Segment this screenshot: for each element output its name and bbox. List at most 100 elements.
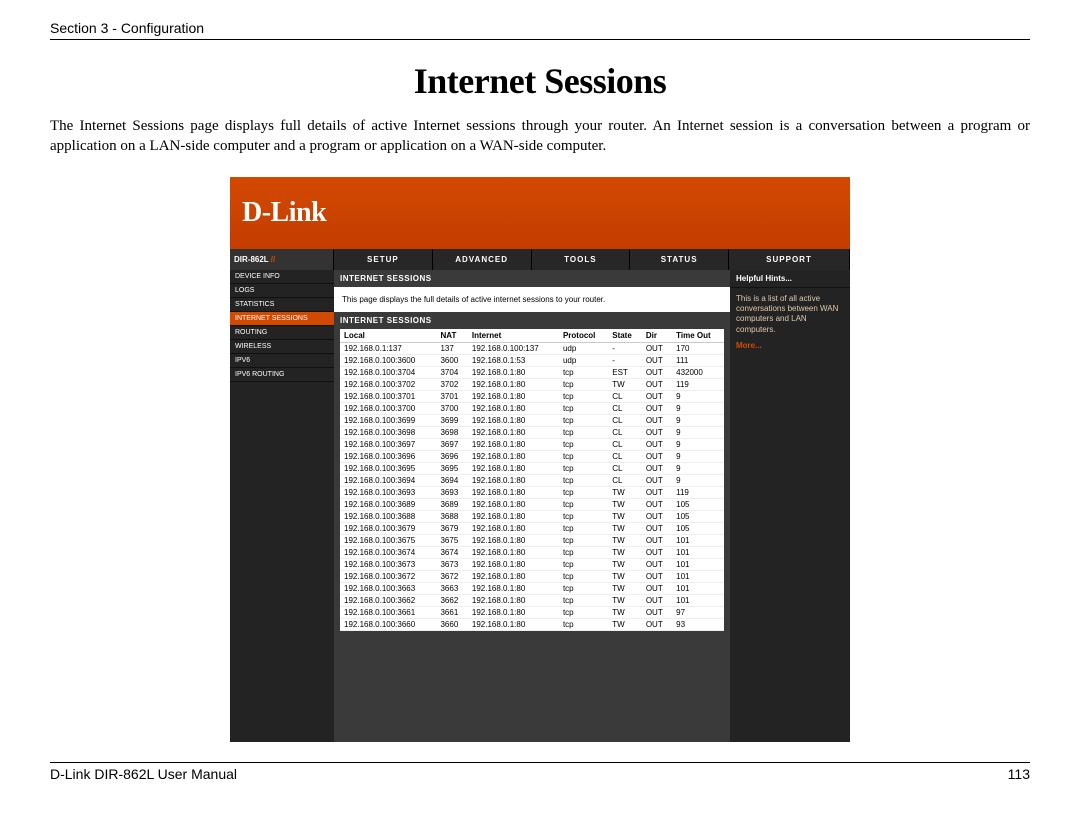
column-header: Dir (642, 329, 672, 343)
table-cell: 192.168.0.1:80 (468, 582, 559, 594)
table-cell: 192.168.0.1:80 (468, 510, 559, 522)
table-cell: tcp (559, 426, 608, 438)
table-cell: OUT (642, 570, 672, 582)
table-cell: 192.168.0.1:80 (468, 498, 559, 510)
table-cell: TW (608, 510, 642, 522)
table-cell: 192.168.0.100:3699 (340, 414, 436, 426)
table-cell: 192.168.0.100:3695 (340, 462, 436, 474)
model-label: DIR-862L // (230, 249, 334, 270)
table-cell: 192.168.0.100:3696 (340, 450, 436, 462)
table-row: 192.168.0.100:36993699192.168.0.1:80tcpC… (340, 414, 724, 426)
sidebar-item-internet-sessions[interactable]: INTERNET SESSIONS (230, 312, 334, 326)
table-cell: 3662 (436, 594, 467, 606)
table-cell: OUT (642, 462, 672, 474)
table-cell: 192.168.0.100:3675 (340, 534, 436, 546)
sidebar-item-logs[interactable]: LOGS (230, 284, 334, 298)
table-cell: 192.168.0.1:80 (468, 462, 559, 474)
table-cell: tcp (559, 582, 608, 594)
table-row: 192.168.0.100:36603660192.168.0.1:80tcpT… (340, 618, 724, 630)
column-header: Local (340, 329, 436, 343)
table-cell: CL (608, 450, 642, 462)
table-row: 192.168.0.100:36613661192.168.0.1:80tcpT… (340, 606, 724, 618)
table-cell: 192.168.0.100:3701 (340, 390, 436, 402)
table-cell: 3688 (436, 510, 467, 522)
table-cell: 192.168.0.1:80 (468, 618, 559, 630)
table-cell: 3698 (436, 426, 467, 438)
table-cell: OUT (642, 342, 672, 354)
table-cell: tcp (559, 450, 608, 462)
table-cell: OUT (642, 366, 672, 378)
table-cell: 192.168.0.1:80 (468, 390, 559, 402)
sidebar-item-device-info[interactable]: DEVICE INFO (230, 270, 334, 284)
table-cell: 93 (672, 618, 724, 630)
table-row: 192.168.0.100:36753675192.168.0.1:80tcpT… (340, 534, 724, 546)
table-cell: 105 (672, 510, 724, 522)
table-cell: 192.168.0.1:80 (468, 546, 559, 558)
table-cell: 3663 (436, 582, 467, 594)
table-cell: OUT (642, 426, 672, 438)
table-cell: 192.168.0.100:3673 (340, 558, 436, 570)
sidebar-item-ipv6[interactable]: IPV6 (230, 354, 334, 368)
content-panel: INTERNET SESSIONS This page displays the… (334, 270, 730, 742)
sidebar-item-statistics[interactable]: STATISTICS (230, 298, 334, 312)
table-cell: 9 (672, 438, 724, 450)
table-cell: tcp (559, 606, 608, 618)
panel-heading-1: INTERNET SESSIONS (334, 270, 730, 287)
table-cell: 192.168.0.100:3700 (340, 402, 436, 414)
table-cell: tcp (559, 618, 608, 630)
table-cell: 192.168.0.100:3704 (340, 366, 436, 378)
table-cell: 101 (672, 570, 724, 582)
table-cell: OUT (642, 558, 672, 570)
slash-icon: // (271, 255, 275, 264)
panel-desc: This page displays the full details of a… (334, 287, 730, 312)
column-header: NAT (436, 329, 467, 343)
table-row: 192.168.0.100:36743674192.168.0.1:80tcpT… (340, 546, 724, 558)
tab-tools[interactable]: TOOLS (532, 249, 631, 270)
table-cell: 9 (672, 450, 724, 462)
table-cell: 105 (672, 522, 724, 534)
hints-body: This is a list of all active conversatio… (730, 288, 850, 342)
table-cell: tcp (559, 522, 608, 534)
table-cell: 192.168.0.100:3600 (340, 354, 436, 366)
table-cell: tcp (559, 390, 608, 402)
table-cell: 192.168.0.1:80 (468, 606, 559, 618)
table-cell: 3675 (436, 534, 467, 546)
sidebar-item-routing[interactable]: ROUTING (230, 326, 334, 340)
table-cell: 3697 (436, 438, 467, 450)
table-cell: OUT (642, 402, 672, 414)
table-row: 192.168.0.100:36793679192.168.0.1:80tcpT… (340, 522, 724, 534)
table-cell: 192.168.0.1:80 (468, 366, 559, 378)
top-tabs: DIR-862L // SETUP ADVANCED TOOLS STATUS … (230, 249, 850, 270)
table-cell: tcp (559, 570, 608, 582)
table-cell: 192.168.0.100:3661 (340, 606, 436, 618)
tab-status[interactable]: STATUS (630, 249, 729, 270)
table-cell: 3702 (436, 378, 467, 390)
table-cell: 97 (672, 606, 724, 618)
table-cell: tcp (559, 474, 608, 486)
hints-more-link[interactable]: More... (730, 341, 850, 350)
table-row: 192.168.0.100:36723672192.168.0.1:80tcpT… (340, 570, 724, 582)
tab-setup[interactable]: SETUP (334, 249, 433, 270)
table-cell: 192.168.0.100:3688 (340, 510, 436, 522)
table-cell: 192.168.0.100:3679 (340, 522, 436, 534)
tab-advanced[interactable]: ADVANCED (433, 249, 532, 270)
table-cell: tcp (559, 438, 608, 450)
table-cell: TW (608, 486, 642, 498)
table-cell: 3695 (436, 462, 467, 474)
table-cell: OUT (642, 414, 672, 426)
sidebar-item-wireless[interactable]: WIRELESS (230, 340, 334, 354)
table-cell: CL (608, 414, 642, 426)
table-cell: 119 (672, 486, 724, 498)
hints-title: Helpful Hints... (730, 270, 850, 288)
sidebar-item-ipv6-routing[interactable]: IPV6 ROUTING (230, 368, 334, 382)
table-cell: 192.168.0.100:3697 (340, 438, 436, 450)
table-cell: 192.168.0.1:53 (468, 354, 559, 366)
table-cell: 192.168.0.100:3689 (340, 498, 436, 510)
table-row: 192.168.0.100:36973697192.168.0.1:80tcpC… (340, 438, 724, 450)
table-row: 192.168.0.100:37013701192.168.0.1:80tcpC… (340, 390, 724, 402)
table-row: 192.168.0.100:36623662192.168.0.1:80tcpT… (340, 594, 724, 606)
table-cell: OUT (642, 450, 672, 462)
table-cell: OUT (642, 390, 672, 402)
table-cell: OUT (642, 438, 672, 450)
tab-support[interactable]: SUPPORT (729, 249, 850, 270)
